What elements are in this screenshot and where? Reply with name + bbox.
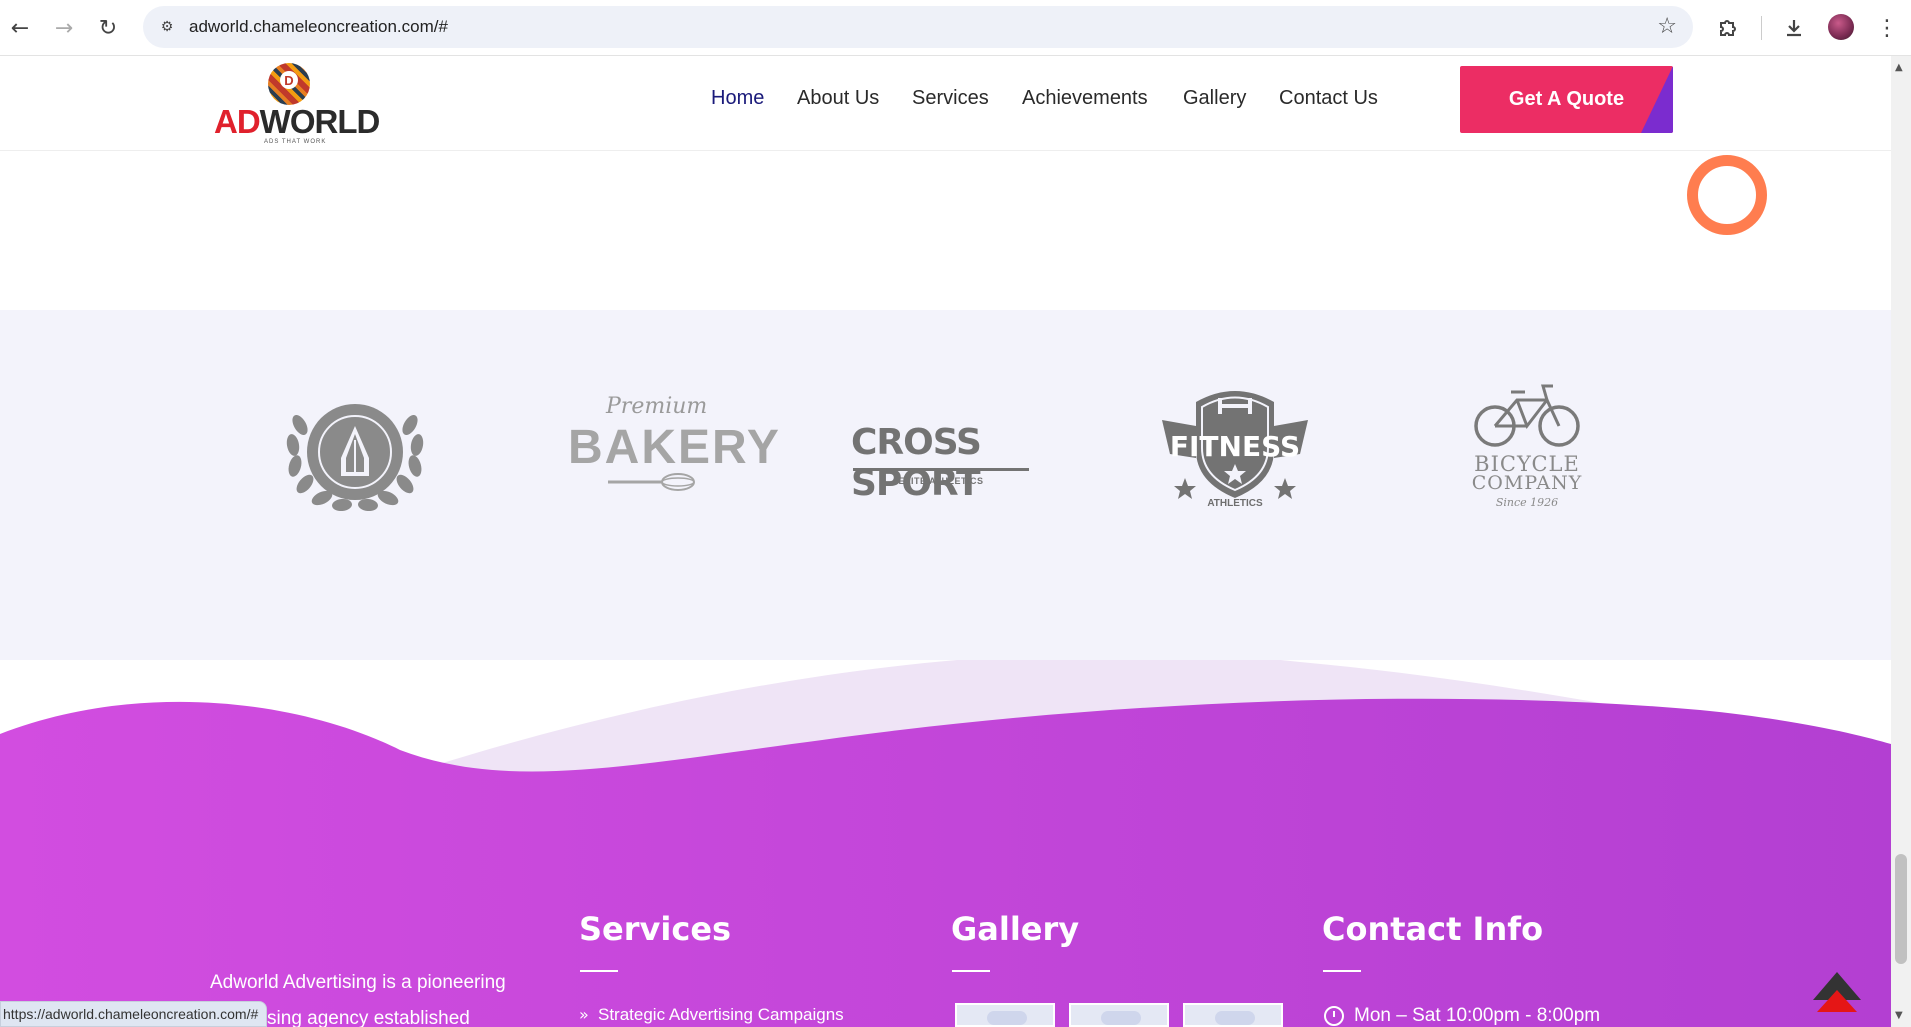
- site-logo[interactable]: D ADWORLD ADS THAT WORK: [212, 61, 380, 147]
- bicycle-company-logo: BICYCLE COMPANY Since 1926: [1467, 380, 1587, 520]
- puzzle-icon[interactable]: [1712, 12, 1744, 44]
- gallery-thumbnail[interactable]: [1069, 1003, 1169, 1027]
- school-logo: [280, 380, 430, 520]
- fitness-main-text: FITNESS: [1169, 430, 1301, 463]
- tune-icon[interactable]: ⚙: [155, 15, 179, 39]
- footer-gallery-title: Gallery: [951, 910, 1080, 948]
- footer-contact-title: Contact Info: [1322, 910, 1544, 948]
- fitness-sub-text: ATHLETICS: [1207, 498, 1263, 509]
- bakery-premium-text: Premium: [606, 394, 708, 419]
- kebab-menu-icon[interactable]: ⋮: [1871, 12, 1903, 44]
- toolbar-separator: [1761, 16, 1762, 40]
- scroll-down-icon[interactable]: ▼: [1895, 1010, 1903, 1021]
- footer-gallery-rule: [952, 970, 990, 972]
- logo-badge: D: [280, 71, 298, 89]
- profile-avatar[interactable]: [1828, 14, 1854, 40]
- contact-hours: Mon – Sat 10:00pm - 8:00pm: [1324, 1005, 1600, 1027]
- cross-sport-main-text: CROSS SPORT: [851, 422, 982, 504]
- laurel-wreath-icon: [286, 404, 424, 512]
- logo-suffix: WORLD: [259, 103, 381, 140]
- fitness-logo: FITNESS ATHLETICS: [1160, 380, 1310, 520]
- footer-services-title: Services: [579, 910, 732, 948]
- clock-icon: [1324, 1006, 1344, 1026]
- nav-achievements[interactable]: Achievements: [1022, 87, 1148, 110]
- whisk-icon: [608, 473, 695, 491]
- link-status-bar: https://adworld.chameleoncreation.com/#: [0, 1001, 268, 1027]
- page-scrollbar[interactable]: ▲ ▼: [1891, 56, 1911, 1027]
- download-icon[interactable]: [1778, 12, 1810, 44]
- url-text[interactable]: adworld.chameleoncreation.com/#: [189, 17, 448, 37]
- nav-about-us[interactable]: About Us: [797, 87, 879, 110]
- get-a-quote-label: Get A Quote: [1508, 88, 1625, 110]
- bicycle-icon: [1474, 384, 1580, 447]
- browser-toolbar: ← → ↻ ⚙ adworld.chameleoncreation.com/# …: [0, 0, 1911, 56]
- gallery-thumbnail[interactable]: [1183, 1003, 1283, 1027]
- nav-services[interactable]: Services: [912, 87, 989, 110]
- bakery-logo: Premium BAKERY: [568, 380, 779, 520]
- contact-hours-text: Mon – Sat 10:00pm - 8:00pm: [1354, 1005, 1601, 1026]
- scroll-thumb[interactable]: [1895, 854, 1907, 964]
- cross-sport-logo: CROSS SPORT ELITE ATHLETICS: [851, 380, 1031, 520]
- back-to-top-button[interactable]: [1811, 970, 1863, 1015]
- get-a-quote-button[interactable]: Get A Quote: [1460, 66, 1673, 133]
- logo-wordmark: ADWORLD: [214, 103, 381, 140]
- cross-sport-sub-text: ELITE ATHLETICS: [898, 476, 984, 486]
- double-chevron-icon: »: [579, 1005, 589, 1024]
- footer-contact-rule: [1323, 970, 1361, 972]
- client-logos-section: Premium BAKERY CROSS SPORT ELITE ATHLETI…: [0, 310, 1891, 660]
- decorative-ring: [1687, 155, 1767, 235]
- reload-icon[interactable]: ↻: [90, 10, 126, 46]
- footer-services-rule: [580, 970, 618, 972]
- bakery-main-text: BAKERY: [568, 421, 781, 474]
- nav-contact-us[interactable]: Contact Us: [1279, 87, 1378, 110]
- site-footer: Adworld Advertising is a pioneering adve…: [0, 660, 1891, 1027]
- site-header: D ADWORLD ADS THAT WORK Home About Us Se…: [0, 57, 1891, 151]
- logo-prefix: AD: [214, 103, 261, 140]
- arrow-left-icon[interactable]: ←: [2, 10, 38, 46]
- scroll-up-icon[interactable]: ▲: [1895, 62, 1903, 73]
- logo-tagline: ADS THAT WORK: [264, 139, 327, 145]
- nav-home[interactable]: Home: [711, 87, 764, 110]
- bicycle-since-text: Since 1926: [1495, 496, 1559, 509]
- gallery-thumbnail[interactable]: [955, 1003, 1055, 1027]
- bicycle-line2-text: COMPANY: [1471, 472, 1583, 494]
- footer-service-link[interactable]: Strategic Advertising Campaigns: [598, 1005, 844, 1025]
- star-icon[interactable]: ☆: [1657, 14, 1677, 39]
- nav-gallery[interactable]: Gallery: [1183, 87, 1246, 110]
- arrow-right-icon[interactable]: →: [46, 10, 82, 46]
- address-bar[interactable]: ⚙ adworld.chameleoncreation.com/# ☆: [143, 6, 1693, 48]
